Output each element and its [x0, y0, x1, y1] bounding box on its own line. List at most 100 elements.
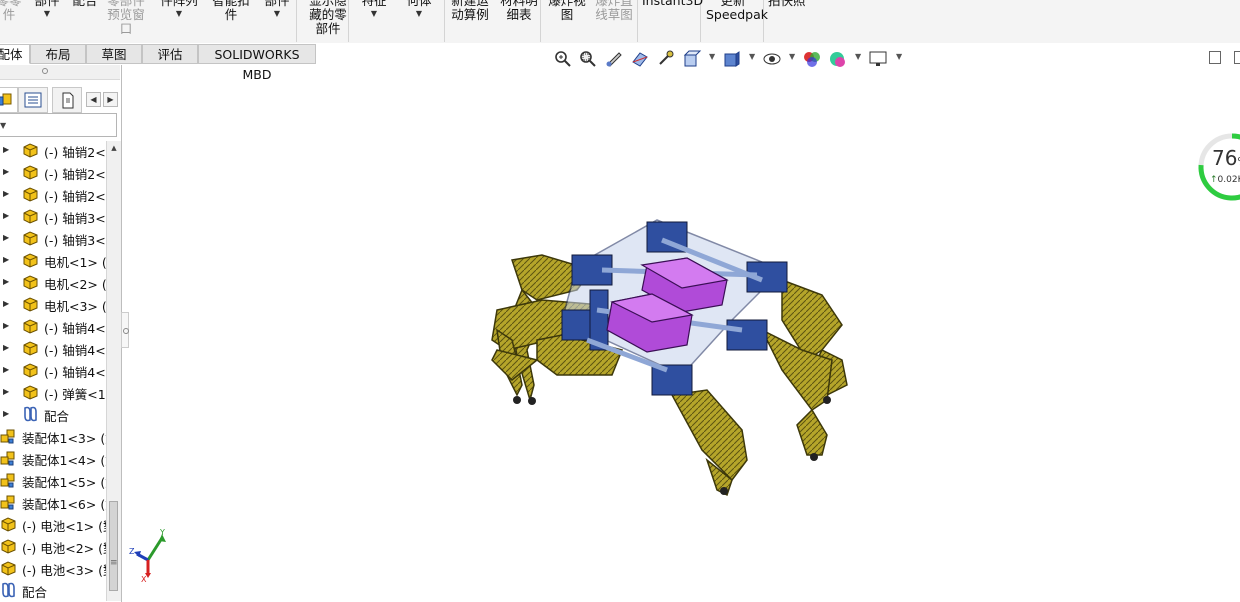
- tree-filter-box[interactable]: ▼: [0, 113, 117, 137]
- command-button-1[interactable]: 部件 ▼: [28, 0, 66, 38]
- command-button-8[interactable]: 特征 ▼: [359, 0, 389, 38]
- expand-arrow-icon[interactable]: ▶: [3, 189, 9, 198]
- tree-item[interactable]: 装配体1<3> (對: [0, 425, 107, 447]
- expand-arrow-icon[interactable]: ▶: [3, 343, 9, 352]
- tree-item-label: (-) 轴销4<3: [44, 365, 107, 380]
- scrollbar-thumb[interactable]: [109, 501, 118, 591]
- hexapod-robot-model[interactable]: [482, 210, 862, 510]
- command-button-16[interactable]: 拍快照: [768, 0, 806, 38]
- tree-item[interactable]: ▶ (-) 轴销3<2: [0, 227, 107, 249]
- panel-grip[interactable]: [0, 65, 120, 80]
- command-button-label: 显示隐 藏的零 部件: [309, 0, 347, 36]
- scroll-up-icon[interactable]: ▲: [107, 141, 121, 155]
- view-settings-icon[interactable]: [868, 49, 888, 69]
- tab-2[interactable]: 草图: [86, 44, 142, 64]
- dropdown-arrow-icon[interactable]: ▼: [257, 9, 297, 18]
- tree-item[interactable]: ▶ 电机<3> (4: [0, 293, 107, 315]
- edit-appearance-icon[interactable]: [802, 49, 822, 69]
- tree-item[interactable]: ▶ (-) 轴销3<1: [0, 205, 107, 227]
- tree-item[interactable]: 配合: [0, 579, 107, 601]
- tree-item[interactable]: ▶ 电机<2> (4: [0, 271, 107, 293]
- command-button-2[interactable]: 配合: [66, 0, 104, 38]
- tabs-scroll-right-button[interactable]: ▶: [103, 92, 118, 107]
- tab-1[interactable]: 布局: [30, 44, 86, 64]
- expand-arrow-icon[interactable]: ▶: [3, 145, 9, 154]
- expand-arrow-icon[interactable]: ▶: [3, 365, 9, 374]
- zoom-to-fit-icon[interactable]: [553, 49, 573, 69]
- section-view-icon[interactable]: [630, 49, 650, 69]
- tree-scrollbar[interactable]: ▲ ≡: [106, 141, 121, 601]
- tabs-scroll-left-button[interactable]: ◀: [86, 92, 101, 107]
- hide-show-items-icon[interactable]: [762, 49, 782, 69]
- tree-item[interactable]: 装配体1<4> (對: [0, 447, 107, 469]
- view-orientation-icon[interactable]: [682, 49, 702, 69]
- feature-tree-icon: [0, 93, 12, 106]
- apply-scene-icon[interactable]: [827, 49, 847, 69]
- expand-arrow-icon[interactable]: ▶: [3, 233, 9, 242]
- command-button-0[interactable]: 零零 件: [0, 0, 28, 38]
- dropdown-arrow-icon[interactable]: ▼: [152, 9, 206, 18]
- tree-item[interactable]: 装配体1<6> (對: [0, 491, 107, 513]
- command-button-3[interactable]: 零部件 预览窗 口: [104, 0, 148, 38]
- tab-0[interactable]: 配体: [0, 44, 30, 64]
- tree-item[interactable]: ▶ (-) 轴销2<6: [0, 183, 107, 205]
- triad-y-label: Y: [159, 528, 165, 537]
- panel-splitter[interactable]: [121, 312, 129, 348]
- tree-item[interactable]: ▶ (-) 轴销4<1: [0, 315, 107, 337]
- expand-arrow-icon[interactable]: ▶: [3, 211, 9, 220]
- gauge-network: ↑0.02K: [1210, 175, 1240, 185]
- tree-item[interactable]: ▶ (-) 弹簧<1:: [0, 381, 107, 403]
- expand-arrow-icon[interactable]: ▶: [3, 387, 9, 396]
- tree-item[interactable]: (-) 电池<3> (對: [0, 557, 107, 579]
- tab-feature-manager[interactable]: [0, 87, 18, 113]
- command-button-6[interactable]: 部件 ▼: [257, 0, 297, 38]
- command-button-4[interactable]: 件阵列 ▼: [152, 0, 206, 38]
- command-button-10[interactable]: 新建运 动算例: [448, 0, 492, 38]
- command-button-13[interactable]: 爆炸直 线草图: [592, 0, 636, 38]
- manager-tabs: ◀ ▶: [0, 87, 121, 113]
- dropdown-arrow-icon[interactable]: ▼: [789, 52, 795, 61]
- command-button-5[interactable]: 智能扣 件: [208, 0, 254, 38]
- tab-4[interactable]: SOLIDWORKS MBD: [198, 44, 316, 82]
- tree-item[interactable]: ▶ 配合: [0, 403, 107, 425]
- command-button-11[interactable]: 材料明 细表: [497, 0, 541, 38]
- tree-item[interactable]: 装配体1<5> (對: [0, 469, 107, 491]
- command-button-12[interactable]: 爆炸视 图: [545, 0, 589, 38]
- dropdown-arrow-icon[interactable]: ▼: [28, 9, 66, 18]
- expand-arrow-icon[interactable]: ▶: [3, 167, 9, 176]
- tab-property-manager[interactable]: [18, 87, 48, 113]
- task-pane-toggle-icon[interactable]: [1209, 51, 1221, 64]
- expand-arrow-icon[interactable]: ▶: [3, 409, 9, 418]
- command-button-14[interactable]: Instant3D: [642, 0, 704, 38]
- tree-item-label: (-) 轴销2<4: [44, 145, 107, 160]
- dropdown-arrow-icon[interactable]: ▼: [359, 9, 389, 18]
- zoom-to-area-icon[interactable]: [578, 49, 598, 69]
- previous-view-icon[interactable]: [604, 49, 624, 69]
- dropdown-arrow-icon[interactable]: ▼: [855, 52, 861, 61]
- dynamic-annotation-icon[interactable]: [656, 49, 676, 69]
- dropdown-arrow-icon[interactable]: ▼: [709, 52, 715, 61]
- tree-item[interactable]: ▶ 电机<1> (4: [0, 249, 107, 271]
- command-button-label: Instant3D: [642, 0, 704, 8]
- command-button-9[interactable]: 何体 ▼: [404, 0, 434, 38]
- tree-item[interactable]: ▶ (-) 轴销2<5: [0, 161, 107, 183]
- dropdown-arrow-icon[interactable]: ▼: [404, 9, 434, 18]
- display-style-icon[interactable]: [722, 49, 742, 69]
- tree-item-label: (-) 电池<2> (對: [22, 541, 107, 556]
- task-pane-icon[interactable]: [1234, 51, 1240, 64]
- command-button-7[interactable]: 显示隐 藏的零 部件: [304, 0, 352, 38]
- tree-item[interactable]: (-) 电池<1> (對: [0, 513, 107, 535]
- tab-3[interactable]: 评估: [142, 44, 198, 64]
- expand-arrow-icon[interactable]: ▶: [3, 277, 9, 286]
- dropdown-arrow-icon[interactable]: ▼: [896, 52, 902, 61]
- tab-configuration-manager[interactable]: [52, 87, 82, 113]
- command-button-15[interactable]: 更新 Speedpak: [706, 0, 768, 38]
- dropdown-arrow-icon[interactable]: ▼: [749, 52, 755, 61]
- expand-arrow-icon[interactable]: ▶: [3, 321, 9, 330]
- expand-arrow-icon[interactable]: ▶: [3, 255, 9, 264]
- expand-arrow-icon[interactable]: ▶: [3, 299, 9, 308]
- tree-item[interactable]: ▶ (-) 轴销4<3: [0, 359, 107, 381]
- tree-item[interactable]: ▶ (-) 轴销2<4: [0, 139, 107, 161]
- tree-item[interactable]: ▶ (-) 轴销4<2: [0, 337, 107, 359]
- tree-item[interactable]: (-) 电池<2> (對: [0, 535, 107, 557]
